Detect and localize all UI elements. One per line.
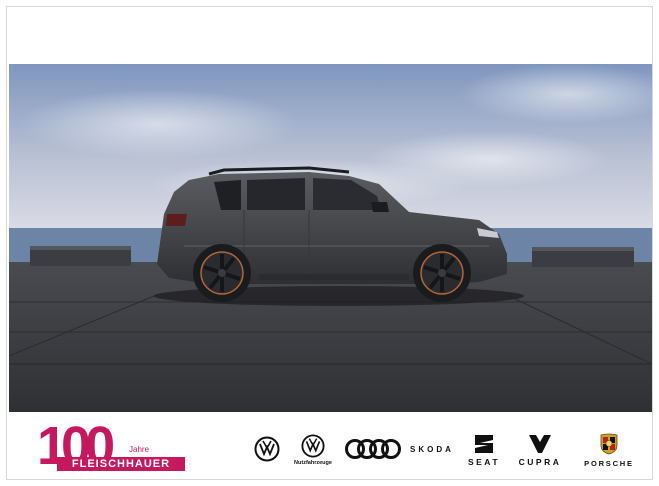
porsche-wordmark: PORSCHE bbox=[584, 458, 634, 468]
cupra-wordmark: CUPRA bbox=[518, 456, 562, 467]
dealer-logo: 100 Jahre FLEISCHHAUER bbox=[37, 416, 197, 478]
brand-cupra[interactable]: CUPRA bbox=[513, 432, 567, 468]
seat-wordmark: SEAT bbox=[467, 456, 501, 467]
rear-wheel bbox=[193, 244, 251, 302]
vehicle-photo[interactable] bbox=[9, 64, 652, 412]
vw-icon bbox=[301, 434, 325, 458]
brand-seat[interactable]: SEAT bbox=[461, 432, 507, 468]
brand-vw[interactable] bbox=[252, 434, 282, 464]
audi-rings-icon bbox=[345, 439, 401, 459]
vw-icon bbox=[254, 436, 280, 462]
skoda-wordmark: SKODA bbox=[410, 444, 454, 454]
brand-nutzfahrzeuge-label: Nutzfahrzeuge bbox=[294, 460, 332, 466]
dealer-name: FLEISCHHAUER bbox=[71, 458, 171, 470]
brand-audi[interactable] bbox=[343, 436, 403, 462]
cupra-icon bbox=[529, 434, 551, 453]
brand-footer: 100 Jahre FLEISCHHAUER Nutzfahrzeuge SKO… bbox=[9, 414, 652, 480]
dealer-years-label: Jahre bbox=[129, 445, 150, 454]
seat-s-icon bbox=[475, 434, 493, 453]
brand-vw-nutzfahrzeuge[interactable]: Nutzfahrzeuge bbox=[289, 428, 337, 472]
porsche-crest-icon bbox=[600, 433, 618, 454]
front-wheel bbox=[413, 244, 471, 302]
dealer-name-bar: FLEISCHHAUER bbox=[57, 457, 185, 471]
brand-skoda[interactable]: SKODA bbox=[407, 442, 457, 456]
brand-porsche[interactable]: PORSCHE bbox=[575, 430, 643, 470]
